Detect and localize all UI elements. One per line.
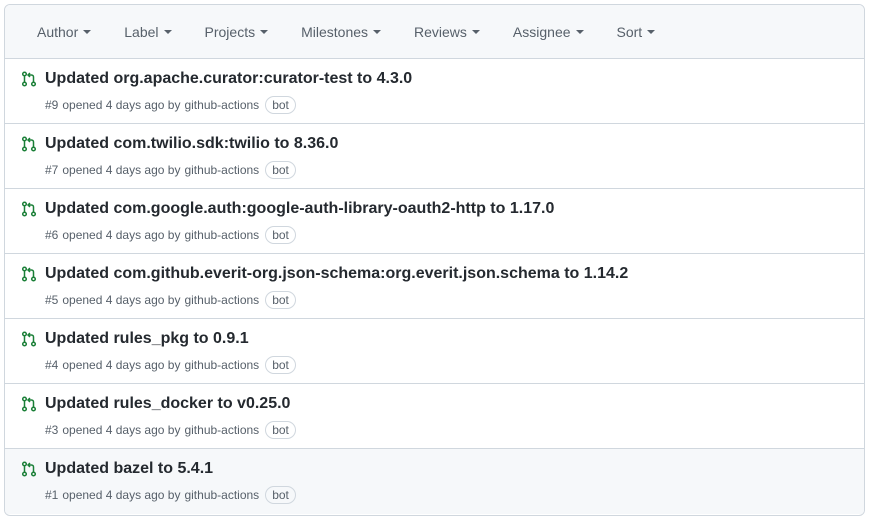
pull-request-meta: #6 opened 4 days ago by github-actions b… [45,226,300,244]
pull-request-meta: #4 opened 4 days ago by github-actions b… [45,356,300,374]
bot-badge: bot [265,356,296,374]
author-filter[interactable]: Author [37,23,92,40]
pull-request-meta: #7 opened 4 days ago by github-actions b… [45,161,300,179]
pull-request-title[interactable]: Updated rules_pkg to 0.9.1 [45,330,249,348]
pull-request-row[interactable]: Updated com.google.auth:google-auth-libr… [5,189,864,254]
bot-badge: bot [265,421,296,439]
opened-text: opened 4 days ago by [62,358,181,372]
pull-request-title[interactable]: Updated rules_docker to v0.25.0 [45,395,290,413]
projects-filter[interactable]: Projects [205,24,269,40]
pull-request-row[interactable]: Updated rules_docker to v0.25.0 #3 opene… [5,384,864,449]
pull-request-title[interactable]: Updated com.google.auth:google-auth-libr… [45,200,554,218]
filter-label: Label [124,23,159,40]
bot-badge: bot [265,161,296,179]
pull-request-row[interactable]: Updated com.github.everit-org.json-schem… [5,254,864,319]
chevron-down-icon [471,30,480,34]
opened-text: opened 4 days ago by [62,488,181,502]
filter-bar: Author Label Projects Milestones Reviews… [5,5,864,59]
pull-request-number: #5 [45,293,59,307]
git-pull-request-icon [21,266,37,282]
author-link[interactable]: github-actions [184,423,259,437]
pull-request-number: #6 [45,228,59,242]
chevron-down-icon [647,30,656,34]
filter-label: Sort [616,23,643,40]
author-link[interactable]: github-actions [184,293,259,307]
filter-label: Reviews [414,23,467,40]
git-pull-request-icon [21,331,37,347]
sort-filter[interactable]: Sort [617,24,656,40]
git-pull-request-icon [21,71,37,87]
author-link[interactable]: github-actions [184,358,259,372]
chevron-down-icon [260,30,269,34]
filter-label: Milestones [301,23,369,40]
filter-label: Projects [204,23,256,40]
milestones-filter[interactable]: Milestones [301,23,382,40]
chevron-down-icon [575,30,584,34]
filter-label: Author [37,23,79,40]
pull-request-row[interactable]: Updated com.twilio.sdk:twilio to 8.36.0 … [5,124,864,189]
git-pull-request-icon [21,461,37,477]
author-link[interactable]: github-actions [184,228,259,242]
bot-badge: bot [265,226,296,244]
assignee-filter[interactable]: Assignee [513,24,584,40]
pull-request-meta: #9 opened 4 days ago by github-actions b… [45,96,300,114]
git-pull-request-icon [21,201,37,217]
pull-request-row[interactable]: Updated bazel to 5.4.1 #1 opened 4 days … [5,449,864,514]
pull-request-meta: #3 opened 4 days ago by github-actions b… [45,421,300,439]
author-link[interactable]: github-actions [184,98,259,112]
pull-request-number: #9 [45,98,59,112]
label-filter[interactable]: Label [124,23,172,40]
pull-request-row[interactable]: Updated org.apache.curator:curator-test … [5,59,864,124]
pull-request-number: #1 [45,488,59,502]
bot-badge: bot [265,96,296,114]
bot-badge: bot [265,486,296,504]
chevron-down-icon [83,30,92,34]
opened-text: opened 4 days ago by [62,423,181,437]
opened-text: opened 4 days ago by [62,98,181,112]
pull-request-number: #4 [45,358,59,372]
pull-request-title[interactable]: Updated com.twilio.sdk:twilio to 8.36.0 [45,135,338,153]
bot-badge: bot [265,291,296,309]
author-link[interactable]: github-actions [184,488,259,502]
opened-text: opened 4 days ago by [62,163,181,177]
pull-request-meta: #5 opened 4 days ago by github-actions b… [45,291,300,309]
chevron-down-icon [163,30,172,34]
opened-text: opened 4 days ago by [62,293,181,307]
pull-request-title[interactable]: Updated org.apache.curator:curator-test … [45,70,412,88]
pull-request-title[interactable]: Updated com.github.everit-org.json-schem… [45,265,628,283]
pull-request-title[interactable]: Updated bazel to 5.4.1 [45,460,213,478]
pull-request-number: #7 [45,163,59,177]
author-link[interactable]: github-actions [184,163,259,177]
filter-label: Assignee [512,23,571,40]
pull-request-number: #3 [45,423,59,437]
reviews-filter[interactable]: Reviews [414,24,480,40]
git-pull-request-icon [21,396,37,412]
opened-text: opened 4 days ago by [62,228,181,242]
chevron-down-icon [373,30,382,34]
git-pull-request-icon [21,136,37,152]
pull-request-meta: #1 opened 4 days ago by github-actions b… [45,486,300,504]
pull-request-row[interactable]: Updated rules_pkg to 0.9.1 #4 opened 4 d… [5,319,864,384]
pull-request-list: Author Label Projects Milestones Reviews… [4,4,865,516]
